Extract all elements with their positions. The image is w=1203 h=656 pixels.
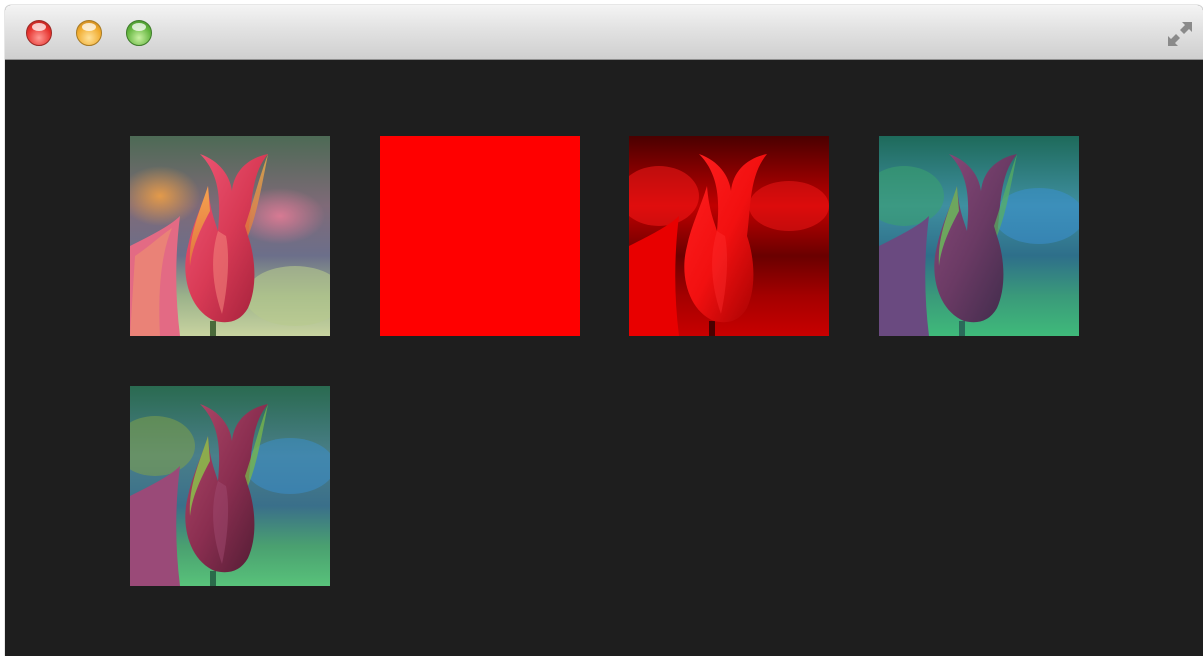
fullscreen-button[interactable] (1165, 19, 1195, 49)
tulip-red-fill-image (380, 136, 580, 336)
image-grid (5, 60, 1203, 656)
title-bar[interactable] (5, 5, 1203, 60)
close-button[interactable] (26, 20, 52, 46)
tulip-teal-tint-image (879, 136, 1079, 336)
fullscreen-arrows-icon (1168, 22, 1192, 46)
app-window (5, 5, 1203, 656)
tulip-red-channel-image (629, 136, 829, 336)
tulip-green-tint-image (130, 386, 330, 586)
minimize-button[interactable] (76, 20, 102, 46)
tulip-original-image (130, 136, 330, 336)
zoom-button[interactable] (126, 20, 152, 46)
